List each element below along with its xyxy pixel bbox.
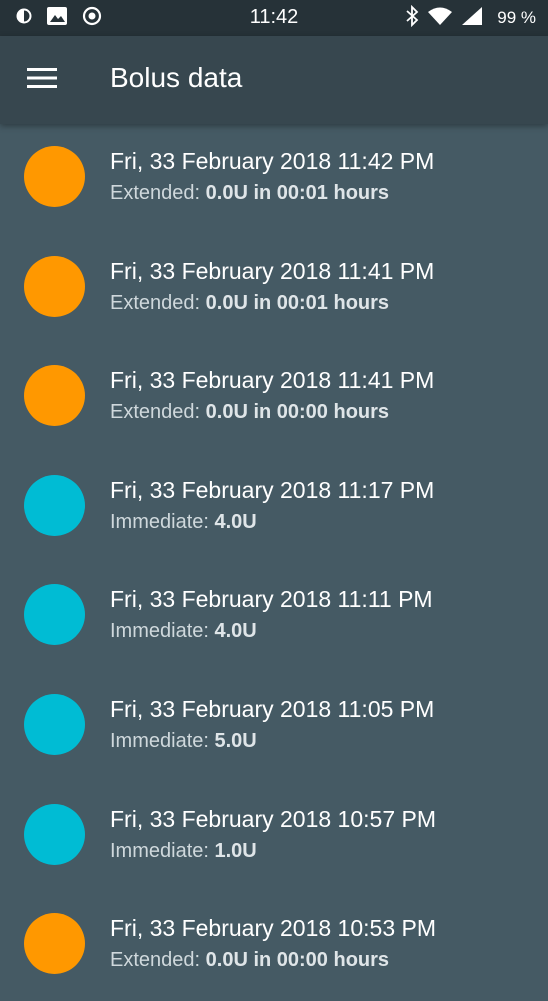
menu-button[interactable]	[20, 60, 64, 100]
bolus-type-label: Extended:	[110, 291, 201, 314]
bolus-date: Fri, 33 February 2018 11:11 PM	[110, 586, 433, 613]
bolus-detail: Immediate: 4.0U	[110, 620, 257, 643]
bolus-type-dot	[24, 584, 85, 646]
list-item[interactable]: Fri, 33 February 2018 10:53 PM Extended:…	[0, 891, 548, 1001]
signal-icon	[461, 6, 483, 31]
bolus-type-label: Immediate:	[110, 729, 209, 752]
bolus-amount: 5.0U	[214, 729, 257, 752]
bolus-type-label: Immediate:	[110, 620, 209, 643]
bolus-amount: 1.0U	[214, 839, 257, 862]
list-item[interactable]: Fri, 33 February 2018 11:41 PM Extended:…	[0, 234, 548, 344]
bolus-detail: Immediate: 4.0U	[110, 511, 257, 534]
bolus-date: Fri, 33 February 2018 10:57 PM	[110, 805, 436, 832]
bolus-detail: Extended: 0.0U in 00:00 hours	[110, 401, 389, 424]
bolus-type-label: Extended:	[110, 949, 201, 972]
bolus-detail: Immediate: 5.0U	[110, 730, 257, 753]
bolus-type-dot	[24, 255, 85, 317]
bolus-amount: 0.0U in 00:00 hours	[205, 401, 390, 424]
bolus-date: Fri, 33 February 2018 11:17 PM	[110, 476, 435, 503]
bolus-type-dot	[24, 146, 85, 207]
bolus-type-label: Immediate:	[110, 510, 209, 533]
bolus-type-dot	[24, 693, 85, 755]
bolus-type-dot	[24, 474, 85, 536]
bolus-type-label: Immediate:	[110, 839, 209, 862]
hamburger-menu-icon	[27, 67, 57, 94]
bolus-date: Fri, 33 February 2018 11:05 PM	[110, 695, 435, 722]
bolus-type-dot	[24, 913, 85, 975]
bolus-detail: Immediate: 1.0U	[110, 840, 257, 863]
bolus-list: Fri, 33 February 2018 11:42 PM Extended:…	[0, 124, 548, 1001]
status-bar: 11:42 99 %	[0, 0, 548, 36]
bolus-type-label: Extended:	[110, 182, 201, 204]
status-icons-right: 99 %	[405, 4, 536, 32]
bolus-type-dot	[24, 365, 85, 427]
wifi-icon	[427, 6, 453, 31]
list-item[interactable]: Fri, 33 February 2018 11:42 PM Extended:…	[0, 124, 548, 234]
bolus-detail: Extended: 0.0U in 00:01 hours	[110, 182, 389, 205]
bolus-detail: Extended: 0.0U in 00:01 hours	[110, 292, 389, 315]
bolus-date: Fri, 33 February 2018 11:41 PM	[110, 367, 435, 394]
bolus-amount: 4.0U	[214, 620, 257, 643]
battery-level: 99 %	[497, 8, 536, 27]
list-item[interactable]: Fri, 33 February 2018 11:17 PM Immediate…	[0, 453, 548, 563]
bolus-type-label: Extended:	[110, 401, 201, 424]
bolus-date: Fri, 33 February 2018 10:53 PM	[110, 915, 436, 942]
bolus-date: Fri, 33 February 2018 11:41 PM	[110, 257, 435, 284]
list-item[interactable]: Fri, 33 February 2018 11:11 PM Immediate…	[0, 562, 548, 672]
bolus-amount: 4.0U	[214, 510, 257, 533]
bolus-amount: 0.0U in 00:01 hours	[205, 182, 390, 204]
app-bar: Bolus data	[0, 36, 548, 124]
bolus-detail: Extended: 0.0U in 00:00 hours	[110, 949, 389, 972]
list-item[interactable]: Fri, 33 February 2018 10:57 PM Immediate…	[0, 782, 548, 892]
list-item[interactable]: Fri, 33 February 2018 11:41 PM Extended:…	[0, 343, 548, 453]
bluetooth-icon	[405, 4, 419, 32]
page-title: Bolus data	[110, 62, 243, 93]
bolus-date: Fri, 33 February 2018 11:42 PM	[110, 148, 435, 174]
bolus-amount: 0.0U in 00:00 hours	[205, 949, 390, 972]
bolus-amount: 0.0U in 00:01 hours	[205, 291, 390, 314]
list-item[interactable]: Fri, 33 February 2018 11:05 PM Immediate…	[0, 672, 548, 782]
bolus-type-dot	[24, 803, 85, 865]
